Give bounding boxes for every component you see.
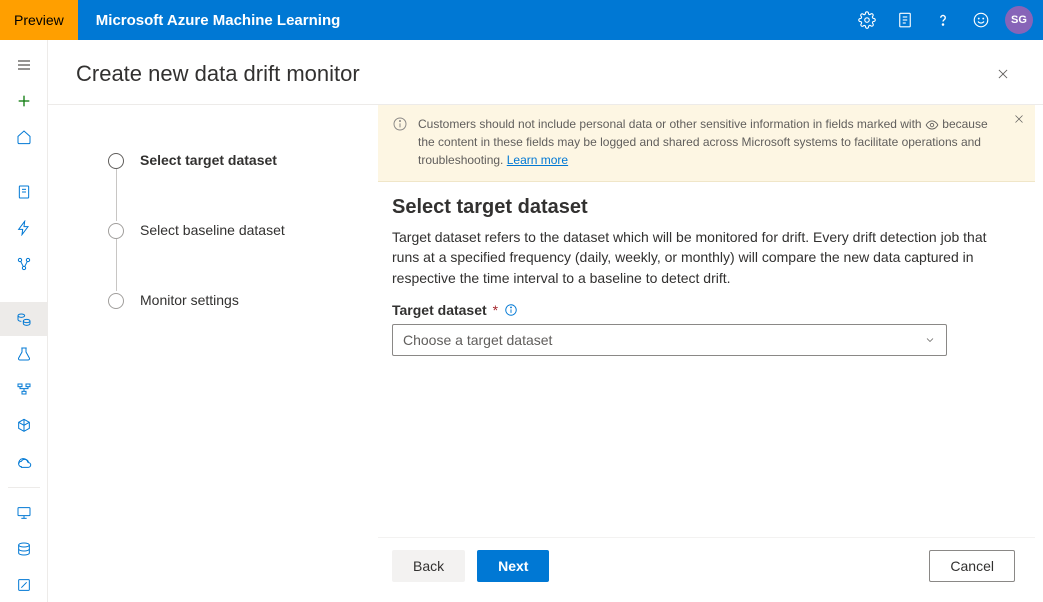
info-icon: [392, 116, 408, 169]
help-icon[interactable]: [925, 0, 961, 40]
user-avatar[interactable]: SG: [1005, 6, 1033, 34]
close-button[interactable]: [987, 58, 1019, 90]
required-mark: *: [493, 302, 498, 318]
target-dataset-select[interactable]: Choose a target dataset: [392, 324, 947, 356]
chevron-down-icon: [924, 334, 936, 346]
settings-icon[interactable]: [849, 0, 885, 40]
pipelines-icon[interactable]: [0, 373, 48, 407]
wizard-step-label: Monitor settings: [140, 291, 239, 308]
section-desc: Target dataset refers to the dataset whi…: [392, 227, 992, 288]
add-icon[interactable]: [0, 84, 48, 118]
cancel-button[interactable]: Cancel: [929, 550, 1015, 582]
banner-close-icon[interactable]: [1013, 113, 1025, 125]
hamburger-menu-icon[interactable]: [0, 48, 48, 82]
home-icon[interactable]: [0, 120, 48, 154]
wizard-step-monitor-settings[interactable]: Monitor settings: [108, 291, 358, 309]
wizard-step-label: Select target dataset: [140, 151, 277, 168]
section-title: Select target dataset: [392, 196, 1015, 219]
info-banner: Customers should not include personal da…: [378, 105, 1035, 182]
wizard-step-baseline-dataset[interactable]: Select baseline dataset: [108, 221, 358, 291]
notebooks-icon[interactable]: [0, 175, 48, 209]
automl-icon[interactable]: [0, 211, 48, 245]
sidebar: [0, 40, 48, 602]
back-button[interactable]: Back: [392, 550, 465, 582]
wizard-step-target-dataset[interactable]: Select target dataset: [108, 151, 358, 221]
labeling-icon[interactable]: [0, 568, 48, 602]
field-info-icon[interactable]: [504, 303, 518, 317]
select-placeholder: Choose a target dataset: [403, 332, 552, 348]
models-icon[interactable]: [0, 409, 48, 443]
learn-more-link[interactable]: Learn more: [507, 153, 568, 167]
preview-badge: Preview: [0, 0, 78, 40]
info-banner-text: Customers should not include personal da…: [418, 115, 995, 169]
target-dataset-label: Target dataset *: [392, 302, 1015, 318]
wizard-footer: Back Next Cancel: [378, 537, 1035, 602]
brand-label: Microsoft Azure Machine Learning: [78, 12, 849, 29]
eye-icon: [925, 118, 939, 132]
wizard-step-label: Select baseline dataset: [140, 221, 285, 238]
notes-icon[interactable]: [887, 0, 923, 40]
datastores-icon[interactable]: [0, 532, 48, 566]
endpoints-icon[interactable]: [0, 445, 48, 479]
topbar: Preview Microsoft Azure Machine Learning…: [0, 0, 1043, 40]
experiments-icon[interactable]: [0, 338, 48, 372]
wizard-steps: Select target dataset Select baseline da…: [48, 105, 378, 602]
feedback-icon[interactable]: [963, 0, 999, 40]
next-button[interactable]: Next: [477, 550, 549, 582]
designer-icon[interactable]: [0, 247, 48, 281]
datasets-icon[interactable]: [0, 302, 48, 336]
compute-icon[interactable]: [0, 496, 48, 530]
page-title: Create new data drift monitor: [76, 61, 360, 87]
